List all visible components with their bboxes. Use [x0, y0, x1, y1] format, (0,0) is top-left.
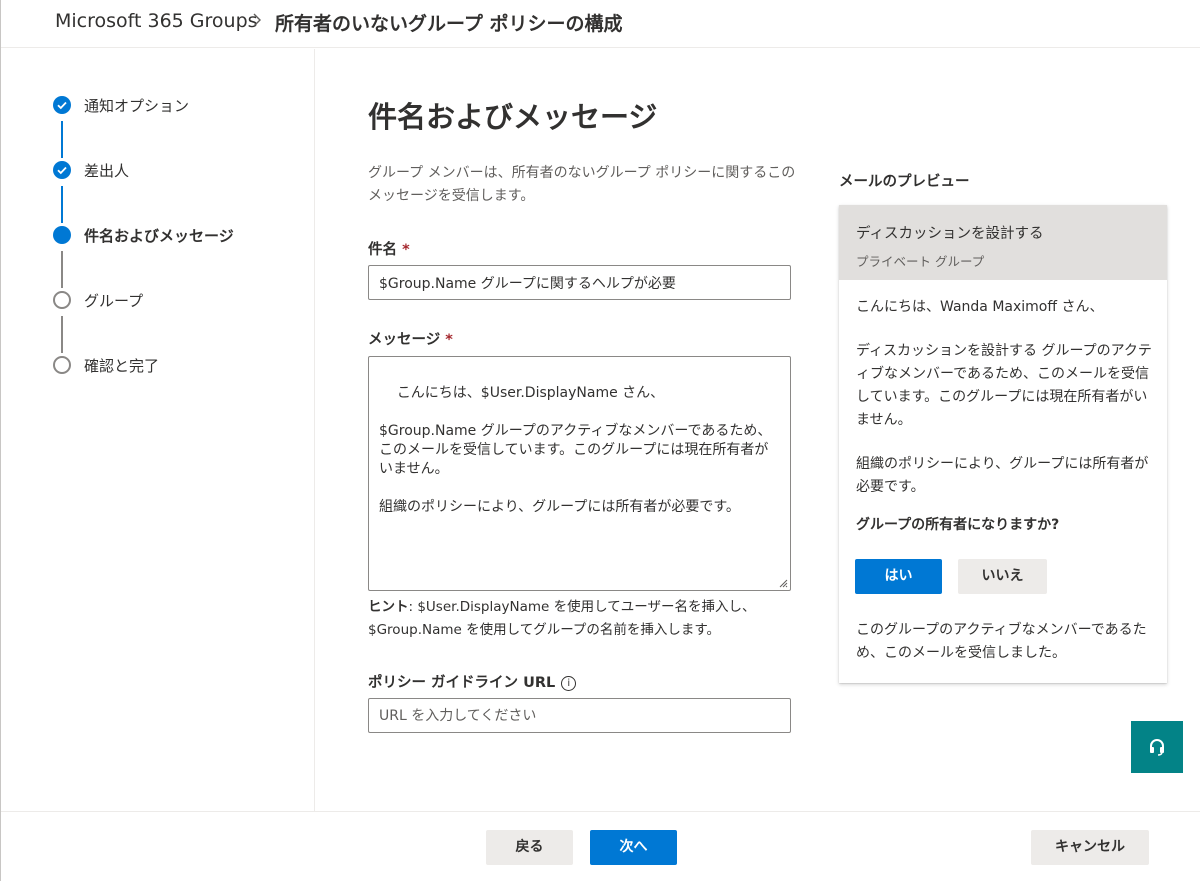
message-label-text: メッセージ: [368, 332, 441, 348]
preview-question: グループの所有者になりますか?: [856, 517, 1060, 533]
hint-label: ヒント: [368, 599, 409, 615]
help-button[interactable]: [1131, 721, 1183, 773]
step-connector: [61, 121, 63, 158]
checkmark-icon: [53, 161, 71, 179]
resize-handle-icon[interactable]: [779, 579, 788, 588]
step-label: 通知オプション: [84, 97, 190, 115]
info-icon[interactable]: i: [561, 676, 577, 691]
preview-header: ディスカッションを設計する プライベート グループ: [839, 205, 1167, 280]
breadcrumb-current: 所有者のいないグループ ポリシーの構成: [275, 13, 623, 35]
email-preview-card: ディスカッションを設計する プライベート グループ こんにちは、Wanda Ma…: [839, 205, 1167, 683]
preview-policy: 組織のポリシーにより、グループには所有者が必要です。: [856, 456, 1149, 495]
message-label: メッセージ *: [368, 328, 453, 349]
step-navigation: 通知オプション 差出人 件名およびメッセージ グループ 確認と完了: [1, 49, 315, 811]
step-connector: [61, 316, 63, 353]
preview-title: メールのプレビュー: [839, 174, 970, 190]
step-label: 確認と完了: [84, 357, 160, 375]
pending-step-indicator: [53, 291, 71, 309]
preview-body: ディスカッションを設計する グループのアクティブなメンバーであるため、このメール…: [856, 343, 1152, 428]
next-button[interactable]: 次へ: [590, 830, 677, 865]
hint-text: ヒント: $User.DisplayName を使用してユーザー名を挿入し、$G…: [368, 596, 798, 642]
step-connector: [61, 186, 63, 223]
footer-bar: 戻る 次へ キャンセル: [1, 811, 1200, 881]
step-label: グループ: [84, 292, 144, 310]
cancel-button[interactable]: キャンセル: [1031, 830, 1149, 865]
required-mark: *: [445, 332, 453, 348]
preview-yes-button[interactable]: はい: [855, 559, 942, 594]
policy-url-label: ポリシー ガイドライン URL i: [368, 671, 577, 692]
headset-icon: [1150, 739, 1164, 756]
breadcrumb-root[interactable]: Microsoft 365 Groups: [55, 10, 258, 32]
back-button[interactable]: 戻る: [486, 830, 573, 865]
preview-no-button[interactable]: いいえ: [958, 559, 1047, 594]
page-title: 件名およびメッセージ: [368, 100, 658, 134]
message-text: こんにちは、$User.DisplayName さん、 $Group.Name …: [379, 385, 772, 515]
preview-group-name: ディスカッションを設計する: [856, 226, 1044, 242]
preview-footer: このグループのアクティブなメンバーであるため、このメールを受信しました。: [856, 622, 1147, 661]
step-label: 件名およびメッセージ: [84, 227, 234, 245]
header: Microsoft 365 Groups 所有者のいないグループ ポリシーの構成: [1, 0, 1200, 48]
page-description: グループ メンバーは、所有者のないグループ ポリシーに関するこのメッセージを受信…: [368, 165, 796, 204]
subject-input[interactable]: [368, 265, 791, 300]
step-label: 差出人: [84, 162, 130, 180]
current-step-indicator: [53, 226, 71, 244]
step-connector: [61, 251, 63, 288]
preview-group-type: プライベート グループ: [856, 254, 985, 269]
chevron-right-icon: [253, 13, 261, 27]
checkmark-icon: [53, 96, 71, 114]
hint-body: : $User.DisplayName を使用してユーザー名を挿入し、$Grou…: [368, 599, 756, 638]
pending-step-indicator: [53, 356, 71, 374]
subject-label-text: 件名: [368, 242, 397, 258]
preview-greeting: こんにちは、Wanda Maximoff さん、: [856, 299, 1104, 315]
message-textarea[interactable]: こんにちは、$User.DisplayName さん、 $Group.Name …: [368, 356, 791, 591]
policy-url-label-text: ポリシー ガイドライン URL: [368, 675, 556, 691]
subject-label: 件名 *: [368, 238, 410, 259]
required-mark: *: [402, 242, 410, 258]
wizard-panel: Microsoft 365 Groups 所有者のいないグループ ポリシーの構成…: [0, 0, 1200, 881]
policy-url-input[interactable]: [368, 698, 791, 733]
